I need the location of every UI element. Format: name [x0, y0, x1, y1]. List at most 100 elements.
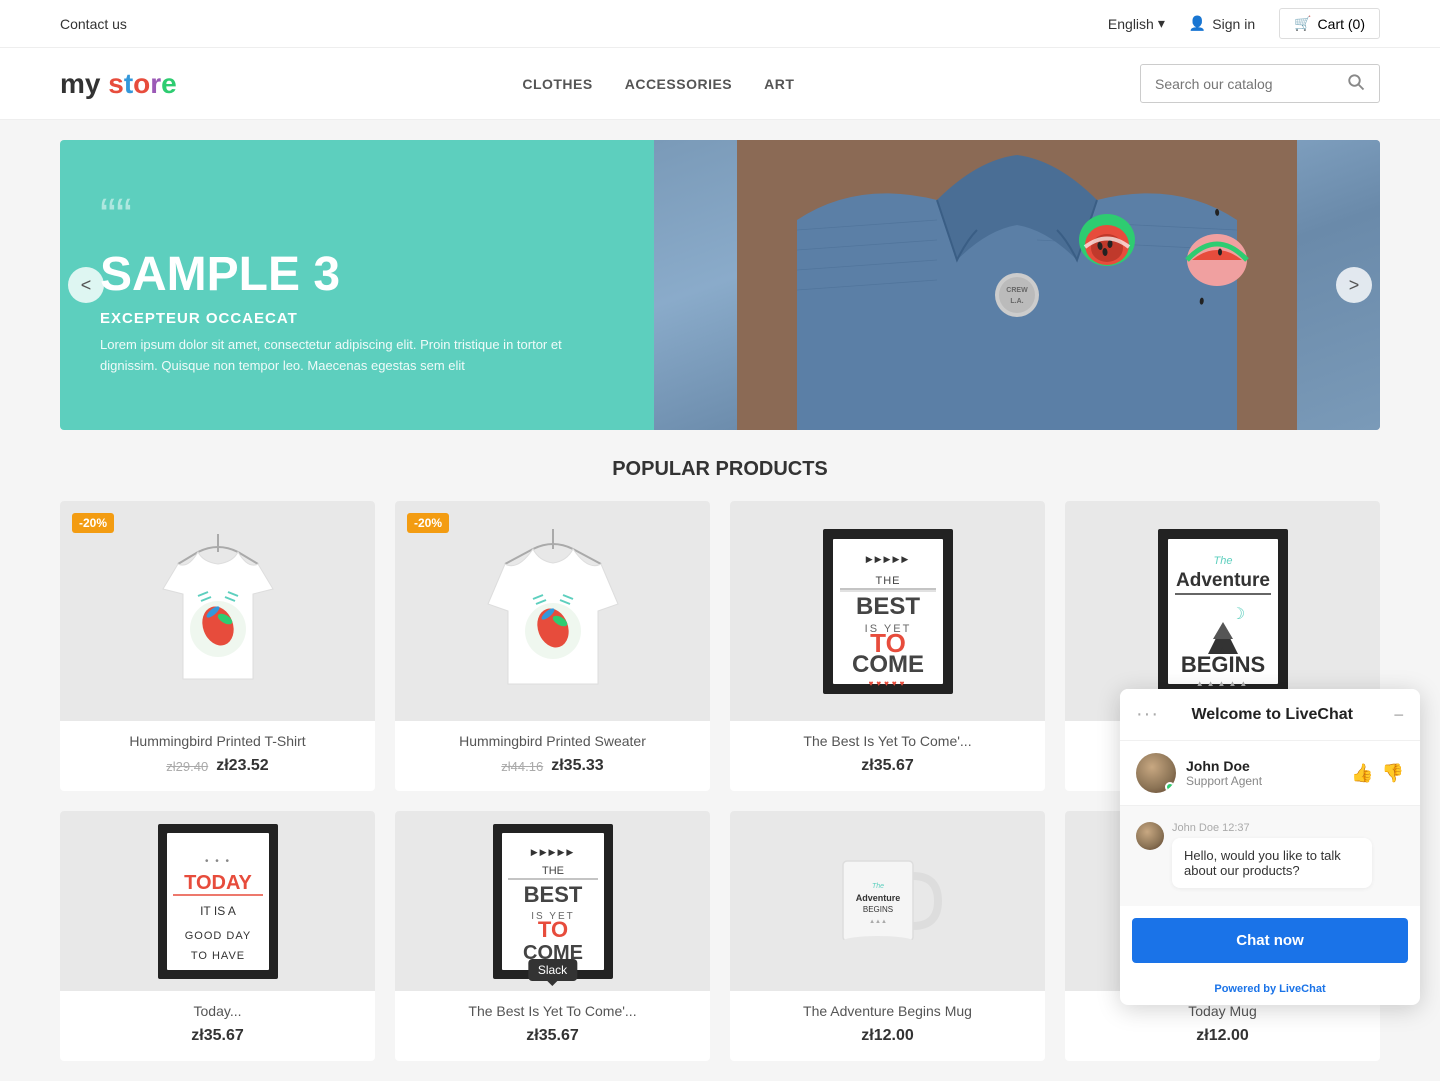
search-box [1140, 64, 1380, 103]
svg-text:THE: THE [542, 865, 564, 877]
svg-text:BEST: BEST [855, 593, 919, 620]
livechat-brand: LiveChat [1279, 983, 1325, 995]
livechat-header-icons: ··· [1136, 703, 1159, 726]
hero-title: SAMPLE 3 [100, 249, 614, 302]
sign-in-label: Sign in [1212, 16, 1255, 32]
top-bar: Contact us English ▾ 👤 Sign in 🛒 Cart (0… [0, 0, 1440, 48]
svg-text:TO HAVE: TO HAVE [190, 950, 244, 962]
product-price-3: zł35.67 [746, 757, 1029, 775]
feedback-icons: 👍 👎 [1351, 763, 1404, 784]
contact-us-link[interactable]: Contact us [60, 16, 127, 32]
message-avatar [1136, 822, 1164, 850]
top-bar-right: English ▾ 👤 Sign in 🛒 Cart (0) [1108, 8, 1380, 39]
svg-text:BEGINS: BEGINS [862, 905, 892, 914]
product-info-7: The Adventure Begins Mug zł12.00 [730, 991, 1045, 1061]
svg-text:Adventure: Adventure [1176, 570, 1270, 591]
product-card-3[interactable]: ▶▶▶▶▶ THE BEST IS YET TO COME ♥♥♥♥♥ The … [730, 501, 1045, 791]
livechat-title: Welcome to LiveChat [1191, 706, 1353, 724]
product-card-5[interactable]: • • • TODAY IT IS A GOOD DAY TO HAVE Tod… [60, 811, 375, 1061]
agent-details: John Doe Support Agent [1186, 758, 1262, 788]
product-card-2[interactable]: -20% Hummingbird Printed S [395, 501, 710, 791]
search-button[interactable] [1347, 73, 1365, 94]
agent-role: Support Agent [1186, 774, 1262, 788]
product-name-2: Hummingbird Printed Sweater [411, 733, 694, 749]
site-header: my store CLOTHES ACCESSORIES ART [0, 48, 1440, 120]
quote-mark-icon: ““ [100, 193, 614, 241]
hero-description: Lorem ipsum dolor sit amet, consectetur … [100, 335, 614, 377]
svg-text:BEST: BEST [523, 882, 582, 907]
cart-button[interactable]: 🛒 Cart (0) [1279, 8, 1380, 39]
chevron-down-icon: ▾ [1158, 15, 1165, 32]
product-image-7: The Adventure BEGINS ▲▲▲ [730, 811, 1045, 991]
nav-accessories[interactable]: ACCESSORIES [625, 76, 732, 92]
product-info-2: Hummingbird Printed Sweater zł44.16 zł35… [395, 721, 710, 791]
mug-adventure-svg: The Adventure BEGINS ▲▲▲ [828, 846, 948, 956]
hero-subtitle: EXCEPTEUR OCCAECAT [100, 310, 614, 327]
livechat-options-button[interactable]: ··· [1136, 703, 1159, 726]
person-icon: 👤 [1189, 15, 1206, 32]
thumbs-down-icon[interactable]: 👎 [1382, 763, 1404, 784]
livechat-minimize-button[interactable]: − [1393, 706, 1404, 724]
logo-text: my store [60, 68, 177, 100]
sign-in-link[interactable]: 👤 Sign in [1189, 15, 1255, 32]
product-image-3: ▶▶▶▶▶ THE BEST IS YET TO COME ♥♥♥♥♥ [730, 501, 1045, 721]
discount-badge-2: -20% [407, 513, 449, 533]
slack-tooltip: Slack [528, 959, 577, 981]
product-image-4: The Adventure ☽ ▲ BEGINS ▲▲▲▲▲ [1065, 501, 1380, 721]
product-info-1: Hummingbird Printed T-Shirt zł29.40 zł23… [60, 721, 375, 791]
search-icon [1347, 73, 1365, 91]
svg-text:▲▲▲: ▲▲▲ [869, 919, 887, 925]
frame-today-svg: • • • TODAY IT IS A GOOD DAY TO HAVE [153, 819, 283, 984]
cart-label: Cart (0) [1318, 16, 1365, 32]
nav-clothes[interactable]: CLOTHES [522, 76, 592, 92]
hero-denim-svg: CREW L.A. [654, 140, 1380, 430]
language-label: English [1108, 16, 1154, 32]
price-current-1: zł23.52 [216, 757, 268, 775]
hero-prev-button[interactable]: < [68, 267, 104, 303]
agent-name: John Doe [1186, 758, 1262, 774]
svg-text:The: The [1213, 555, 1232, 567]
svg-text:♥♥♥♥♥: ♥♥♥♥♥ [868, 679, 907, 688]
product-card-7[interactable]: The Adventure BEGINS ▲▲▲ The Adventure B… [730, 811, 1045, 1061]
svg-text:CREW: CREW [1006, 287, 1028, 294]
message-sender-time: John Doe 12:37 [1172, 822, 1372, 834]
nav-art[interactable]: ART [764, 76, 794, 92]
svg-text:▶▶▶▶▶: ▶▶▶▶▶ [530, 847, 575, 857]
hero-left-panel: ““ SAMPLE 3 EXCEPTEUR OCCAECAT Lorem ips… [60, 140, 654, 430]
livechat-widget: ··· Welcome to LiveChat − John Doe Suppo… [1120, 689, 1420, 1005]
logo[interactable]: my store [60, 68, 177, 100]
livechat-footer: Powered by LiveChat [1120, 975, 1420, 1005]
message-row-1: John Doe 12:37 Hello, would you like to … [1136, 822, 1404, 888]
hero-banner: < ““ SAMPLE 3 EXCEPTEUR OCCAECAT Lorem i… [60, 140, 1380, 430]
svg-text:BEGINS: BEGINS [1180, 652, 1264, 677]
svg-text:TO: TO [537, 917, 567, 942]
product-card-1[interactable]: -20% Hummingbird [60, 501, 375, 791]
product-name-1: Hummingbird Printed T-Shirt [76, 733, 359, 749]
product-card-6[interactable]: ▶▶▶▶▶ THE BEST IS YET TO COME ♥♥♥♥♥ Slac… [395, 811, 710, 1061]
main-nav: CLOTHES ACCESSORIES ART [522, 76, 794, 92]
thumbs-up-icon[interactable]: 👍 [1351, 763, 1373, 784]
svg-text:TODAY: TODAY [184, 872, 252, 894]
product-name-8: Today Mug [1081, 1003, 1364, 1019]
product-price-2: zł44.16 zł35.33 [411, 757, 694, 775]
product-image-6: ▶▶▶▶▶ THE BEST IS YET TO COME ♥♥♥♥♥ Slac… [395, 811, 710, 991]
search-input[interactable] [1155, 76, 1347, 92]
message-bubble: Hello, would you like to talk about our … [1172, 838, 1372, 888]
product-info-3: The Best Is Yet To Come'... zł35.67 [730, 721, 1045, 791]
livechat-header: ··· Welcome to LiveChat − [1120, 689, 1420, 741]
cart-icon: 🛒 [1294, 15, 1311, 32]
chevron-left-icon: < [81, 275, 92, 296]
chat-now-button[interactable]: Chat now [1132, 918, 1408, 963]
livechat-agent-row: John Doe Support Agent 👍 👎 [1120, 741, 1420, 806]
svg-text:L.A.: L.A. [1010, 298, 1023, 305]
product-image-2: -20% [395, 501, 710, 721]
chevron-right-icon: > [1349, 275, 1360, 296]
svg-text:GOOD DAY: GOOD DAY [184, 930, 250, 942]
sweater-svg [483, 529, 623, 694]
price-original-1: zł29.40 [166, 759, 208, 774]
language-selector[interactable]: English ▾ [1108, 15, 1165, 32]
product-info-5: Today... zł35.67 [60, 991, 375, 1061]
hero-next-button[interactable]: > [1336, 267, 1372, 303]
svg-text:COME: COME [852, 651, 924, 678]
discount-badge-1: -20% [72, 513, 114, 533]
